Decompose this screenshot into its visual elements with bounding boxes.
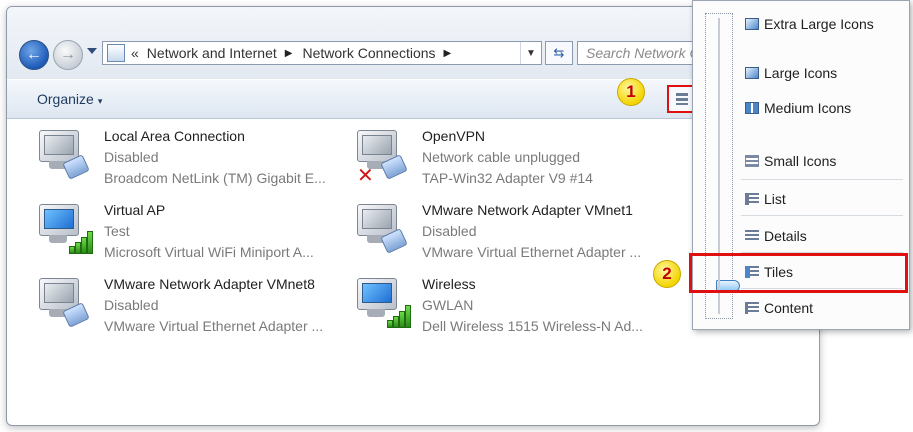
connection-status: Test: [104, 223, 130, 239]
recent-pages-dropdown[interactable]: [87, 48, 97, 54]
menu-item-small-icons[interactable]: Small Icons: [745, 148, 903, 174]
medium-icons-view-icon: [745, 102, 759, 114]
breadcrumb-arrow-icon[interactable]: ▶: [444, 48, 452, 59]
connection-name: VMware Network Adapter VMnet8: [104, 276, 315, 292]
connection-item[interactable]: Virtual AP Test Microsoft Virtual WiFi M…: [37, 202, 337, 268]
breadcrumb-network-and-internet[interactable]: Network and Internet: [147, 45, 277, 61]
address-bar[interactable]: « Network and Internet ▶ Network Connect…: [102, 41, 542, 65]
control-panel-icon: [107, 44, 125, 62]
connection-status: GWLAN: [422, 297, 474, 313]
menu-item-label: Content: [764, 300, 814, 316]
search-input[interactable]: Search Network C: [577, 41, 707, 65]
connection-item[interactable]: ✕ OpenVPN Network cable unplugged TAP-Wi…: [355, 128, 655, 194]
wireless-network-icon: [37, 202, 93, 258]
menu-item-label: Details: [764, 228, 807, 244]
organize-button[interactable]: Organize ▾: [37, 91, 102, 107]
connection-device: TAP-Win32 Adapter V9 #14: [422, 170, 593, 186]
connection-item[interactable]: Local Area Connection Disabled Broadcom …: [37, 128, 337, 194]
connection-device: Dell Wireless 1515 Wireless-N Ad...: [422, 318, 643, 334]
connection-status: Disabled: [422, 223, 477, 239]
menu-item-label: Extra Large Icons: [764, 16, 874, 32]
menu-item-label: List: [764, 191, 786, 207]
connection-item[interactable]: VMware Network Adapter VMnet1 Disabled V…: [355, 202, 655, 268]
tiles-view-icon: [676, 93, 688, 105]
forward-arrow-icon: →: [60, 46, 76, 63]
wired-network-icon: ✕: [355, 128, 409, 187]
wired-network-icon: [355, 202, 409, 258]
refresh-icon: ⇆: [553, 45, 565, 60]
connection-status: Network cable unplugged: [422, 149, 580, 165]
connection-item[interactable]: VMware Network Adapter VMnet8 Disabled V…: [37, 276, 337, 342]
menu-item-content[interactable]: Content: [745, 295, 903, 321]
menu-item-list[interactable]: List: [745, 186, 903, 212]
signal-bars-icon: [385, 304, 411, 328]
refresh-button[interactable]: ⇆: [545, 41, 573, 65]
wired-network-icon: [37, 276, 91, 332]
signal-bars-icon: [67, 230, 93, 254]
breadcrumb-arrow-icon[interactable]: ▶: [285, 48, 293, 59]
organize-label: Organize: [37, 91, 94, 107]
disconnected-x-icon: ✕: [357, 165, 374, 187]
connection-name: VMware Network Adapter VMnet1: [422, 202, 633, 218]
small-icons-view-icon: [745, 155, 759, 167]
wired-network-icon: [37, 128, 91, 184]
connection-name: Local Area Connection: [104, 128, 245, 144]
back-button[interactable]: ←: [19, 40, 49, 70]
menu-item-medium-icons[interactable]: Medium Icons: [745, 95, 903, 121]
tiles-highlight-box: [689, 253, 908, 293]
connection-device: Broadcom NetLink (TM) Gigabit E...: [104, 170, 326, 186]
back-arrow-icon: ←: [26, 46, 42, 63]
connection-device: VMware Virtual Ethernet Adapter ...: [422, 244, 642, 260]
menu-item-label: Medium Icons: [764, 100, 852, 116]
large-icons-view-icon: [745, 67, 759, 79]
connection-item[interactable]: Wireless GWLAN Dell Wireless 1515 Wirele…: [355, 276, 655, 342]
connection-name: Wireless: [422, 276, 476, 292]
menu-separator: [741, 179, 903, 180]
menu-item-details[interactable]: Details: [745, 223, 903, 249]
connection-status: Disabled: [104, 149, 159, 165]
breadcrumb-network-connections[interactable]: Network Connections: [302, 45, 435, 61]
menu-separator: [741, 215, 903, 216]
menu-item-large-icons[interactable]: Large Icons: [745, 60, 903, 86]
callout-badge-2: 2: [653, 260, 681, 288]
menu-item-extra-large-icons[interactable]: Extra Large Icons: [745, 11, 903, 37]
chevron-down-icon: ▾: [97, 96, 103, 106]
forward-button[interactable]: →: [53, 40, 83, 70]
content-view-icon: [745, 302, 759, 314]
breadcrumb-overflow[interactable]: «: [131, 45, 139, 61]
extra-large-icons-view-icon: [745, 18, 759, 30]
menu-item-label: Small Icons: [764, 153, 837, 169]
list-view-icon: [745, 193, 759, 205]
address-dropdown-icon[interactable]: ▼: [520, 42, 541, 64]
wireless-network-icon: [355, 276, 411, 332]
menu-item-label: Large Icons: [764, 65, 838, 81]
connection-name: Virtual AP: [104, 202, 166, 218]
connection-name: OpenVPN: [422, 128, 486, 144]
details-view-icon: [745, 230, 759, 242]
connection-status: Disabled: [104, 297, 159, 313]
connection-device: Microsoft Virtual WiFi Miniport A...: [104, 244, 314, 260]
connection-device: VMware Virtual Ethernet Adapter ...: [104, 318, 324, 334]
callout-badge-1: 1: [617, 78, 645, 106]
